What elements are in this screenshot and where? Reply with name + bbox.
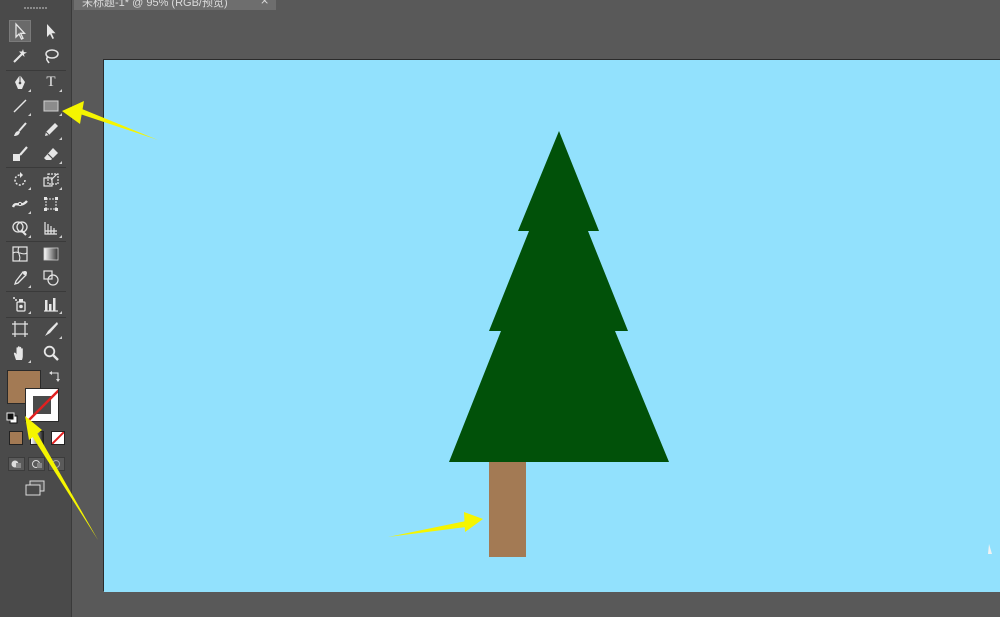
eraser-icon [44,148,58,160]
symbol-sprayer-tool[interactable] [9,293,31,315]
close-tab-icon[interactable]: × [260,0,269,7]
pen-icon [15,75,25,89]
eyedropper-tool[interactable] [9,267,31,289]
mesh-icon [12,246,28,262]
arrow-white-icon [47,24,56,39]
gradient-mode-button[interactable] [30,431,44,445]
selection-tool[interactable] [9,20,31,42]
type-icon: T [46,73,56,90]
screen-mode-icon[interactable] [24,480,46,496]
pencil-tool[interactable] [40,119,62,141]
brush-icon [14,122,27,136]
draw-behind-button[interactable] [28,457,45,471]
hand-icon [13,346,23,360]
rotate-icon [14,172,26,186]
line-segment-tool[interactable] [9,95,31,117]
scale-icon [43,173,59,187]
eyedropper-icon [13,271,27,286]
default-fill-stroke-icon[interactable] [6,412,18,424]
draw-normal-icon [11,460,21,468]
swap-fill-stroke-icon[interactable] [48,370,62,382]
blob-brush-icon [13,146,28,161]
magic-wand-icon [13,49,27,63]
shape-builder-tool[interactable] [9,217,31,239]
perspective-grid-icon [44,222,57,235]
panel-grip-icon[interactable] [24,6,48,12]
column-graph-icon [44,298,58,312]
zoom-tool[interactable] [40,342,62,364]
line-icon [13,99,27,113]
document-tab[interactable]: 未标题-1* @ 95% (RGB/预览) × [74,0,276,10]
tool-divider [6,291,66,292]
arrow-black-icon [15,22,26,40]
artboard-icon [12,321,28,337]
column-graph-tool[interactable] [40,293,62,315]
rectangle-tool[interactable] [40,95,62,117]
magic-wand-tool[interactable] [9,45,31,67]
artwork [104,60,1000,592]
symbol-sprayer-icon [13,297,26,312]
color-mode-button[interactable] [9,431,23,445]
draw-normal-button[interactable] [8,457,25,471]
scale-tool[interactable] [40,169,62,191]
perspective-grid-tool[interactable] [40,217,62,239]
tool-divider [6,241,66,242]
free-transform-icon [44,197,58,211]
no-stroke-slash-icon [26,389,58,421]
slice-icon [45,322,58,336]
width-icon [11,200,28,208]
artboard[interactable] [103,59,1000,592]
draw-behind-icon [32,460,42,468]
pen-tool[interactable] [9,71,31,93]
artboard-tool[interactable] [9,318,31,340]
draw-inside-icon [52,460,60,468]
eraser-tool[interactable] [40,143,62,165]
blend-tool[interactable] [40,267,62,289]
zoom-icon [43,345,59,361]
tree-trunk[interactable] [489,462,526,557]
mesh-tool[interactable] [9,243,31,265]
illustrator-window: T 未标题-1* @ 95% (RGB/预览) × [0,0,1000,617]
pencil-icon [45,123,58,136]
width-tool[interactable] [9,193,31,215]
stroke-color-swatch[interactable] [25,388,59,422]
type-tool[interactable]: T [40,71,62,93]
gradient-icon [43,247,59,261]
tools-panel: T [0,0,72,617]
gradient-tool[interactable] [40,243,62,265]
free-transform-tool[interactable] [40,193,62,215]
none-mode-button[interactable] [51,431,65,445]
slice-tool[interactable] [40,318,62,340]
blend-icon [43,270,59,286]
document-tab-title: 未标题-1* @ 95% (RGB/预览) [82,0,228,9]
direct-selection-tool[interactable] [40,20,62,42]
rotate-tool[interactable] [9,169,31,191]
draw-inside-button[interactable] [48,457,65,471]
shape-builder-icon [12,221,28,236]
none-slash-icon [52,432,64,444]
tool-divider [6,167,66,168]
lasso-tool[interactable] [40,45,62,67]
hand-tool[interactable] [9,342,31,364]
lasso-icon [45,49,59,64]
paintbrush-tool[interactable] [9,119,31,141]
blob-brush-tool[interactable] [9,143,31,165]
rectangle-icon [43,100,59,112]
